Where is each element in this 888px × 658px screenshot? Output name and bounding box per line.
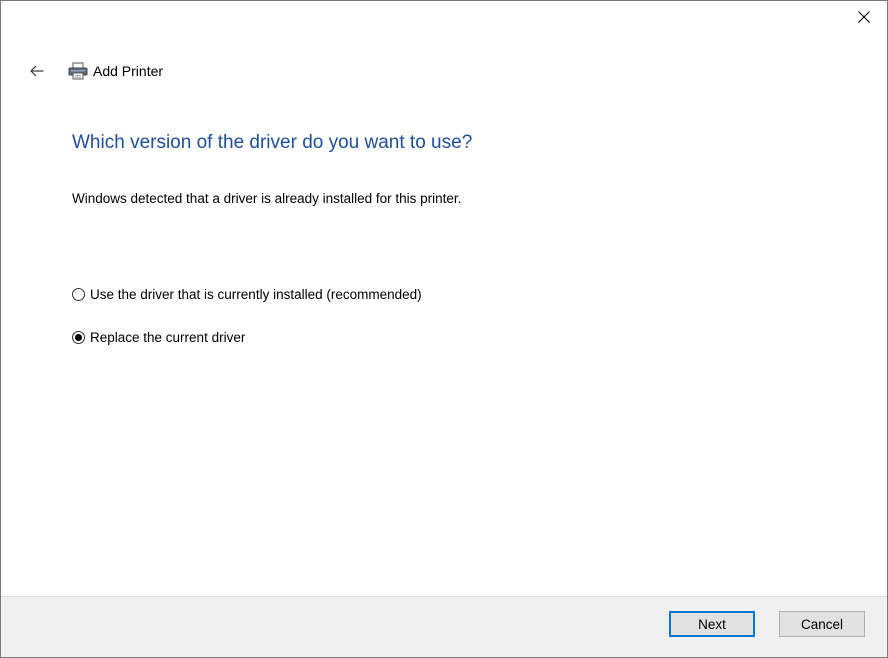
replace-driver-option[interactable]: Replace the current driver [72, 330, 245, 345]
dialog-footer: Next Cancel [1, 596, 887, 657]
window-title: Add Printer [93, 63, 164, 79]
page-heading: Which version of the driver do you want … [72, 132, 473, 153]
close-icon [858, 10, 870, 23]
description-text: Windows detected that a driver is alread… [72, 191, 462, 206]
radio-button-unchecked[interactable] [72, 288, 85, 301]
use-current-driver-option[interactable]: Use the driver that is currently install… [72, 287, 422, 302]
use-current-driver-label[interactable]: Use the driver that is currently install… [90, 287, 422, 302]
title-bar: Add Printer [25, 58, 163, 84]
next-button[interactable]: Next [669, 611, 755, 637]
add-printer-window: Add Printer Which version of the driver … [0, 0, 888, 658]
back-arrow-icon [30, 65, 44, 77]
close-button[interactable] [841, 1, 887, 32]
radio-button-checked[interactable] [72, 331, 85, 344]
back-button[interactable] [25, 59, 49, 83]
cancel-button[interactable]: Cancel [779, 611, 865, 637]
replace-driver-label[interactable]: Replace the current driver [90, 330, 245, 345]
printer-icon [67, 60, 89, 82]
